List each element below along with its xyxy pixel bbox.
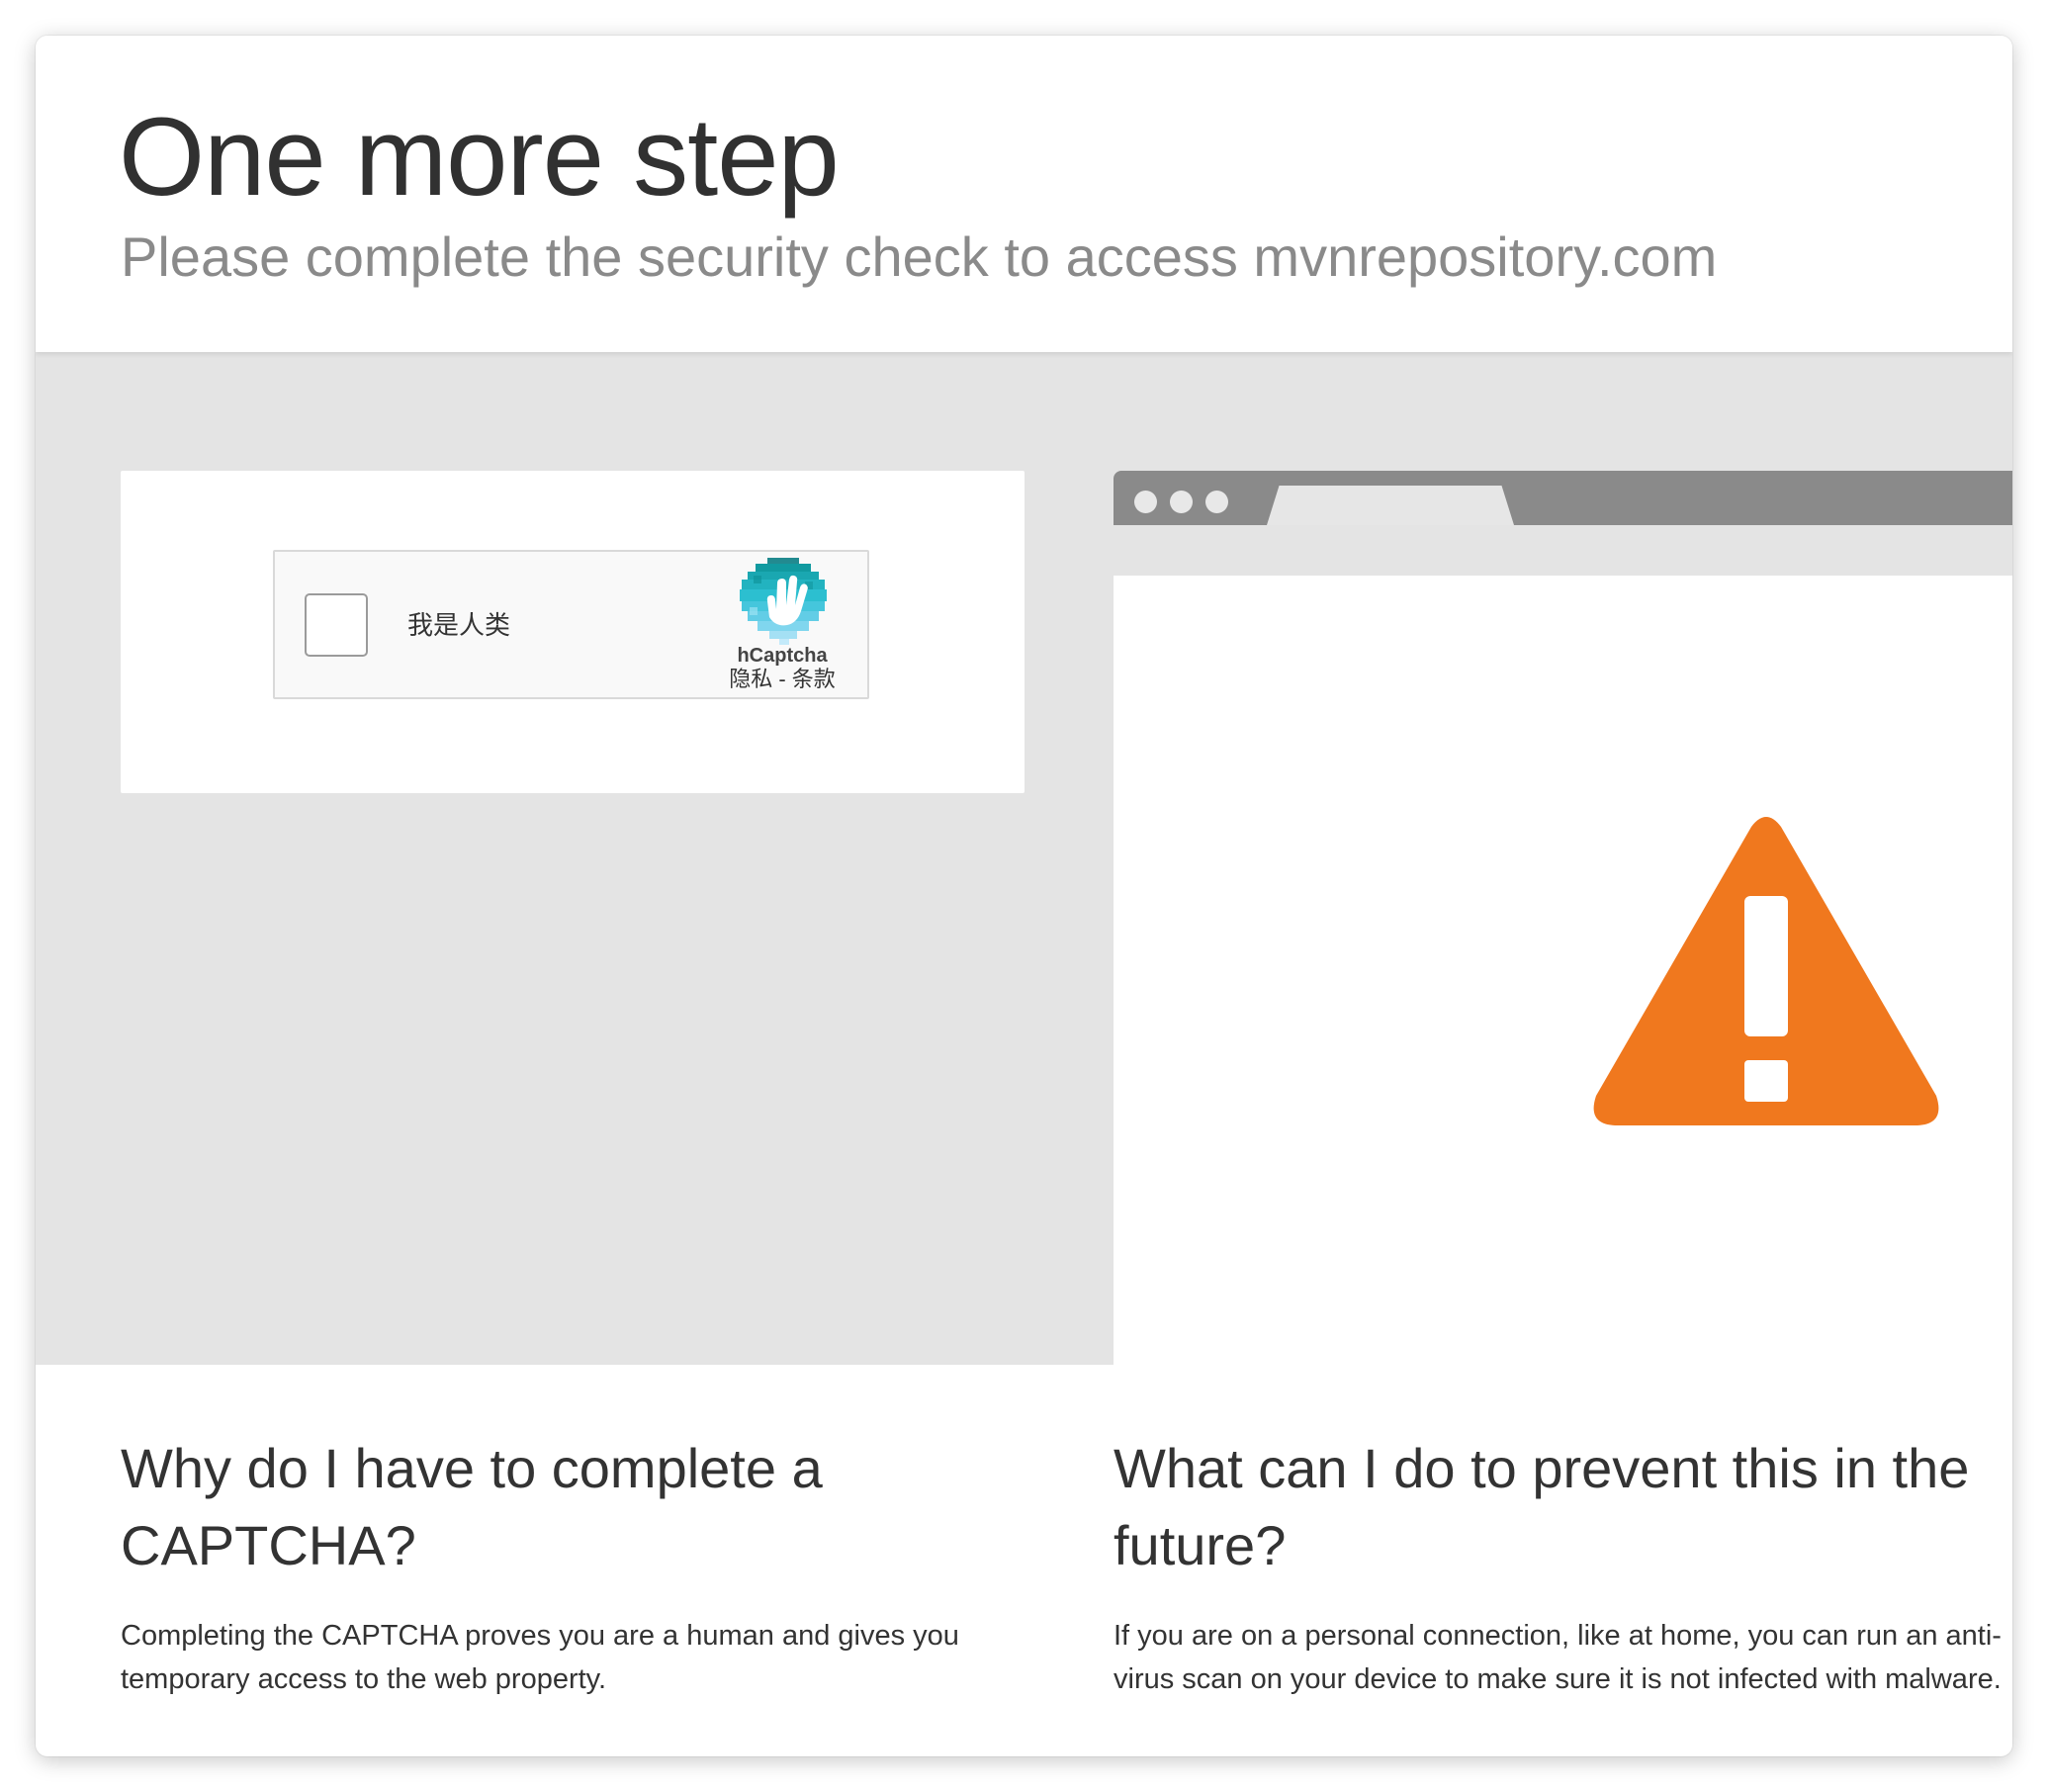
prevent-section: What can I do to prevent this in the fut… — [1114, 1430, 2004, 1701]
hcaptcha-brand: hCaptcha — [737, 645, 828, 667]
window-dot-icon — [1205, 491, 1228, 513]
hcaptcha-widget[interactable]: 我是人类 hCaptcha 隐私 - 条款 — [273, 550, 869, 699]
window-dot-icon — [1134, 491, 1157, 513]
prevent-text: If you are on a personal connection, lik… — [1114, 1620, 2002, 1695]
why-captcha-section: Why do I have to complete a CAPTCHA? Com… — [121, 1430, 1050, 1701]
browser-title-bar — [1114, 471, 2012, 525]
browser-page — [1114, 576, 2012, 1365]
link-separator: - — [772, 667, 792, 691]
browser-illustration — [1114, 471, 2012, 1365]
page-header: One more step Please complete the securi… — [36, 36, 2012, 352]
warning-triangle-icon — [1593, 817, 1939, 1125]
browser-toolbar — [1114, 525, 2012, 576]
browser-window: One more step Please complete the securi… — [36, 36, 2012, 1756]
hcaptcha-hand-logo-icon[interactable] — [740, 558, 827, 645]
privacy-link[interactable]: 隐私 — [729, 667, 772, 691]
prevent-heading: What can I do to prevent this in the fut… — [1114, 1437, 1970, 1576]
human-checkbox[interactable] — [305, 593, 368, 657]
why-captcha-heading: Why do I have to complete a CAPTCHA? — [121, 1437, 823, 1576]
human-checkbox-label[interactable]: 我是人类 — [407, 607, 510, 643]
terms-link[interactable]: 条款 — [792, 667, 836, 691]
hcaptcha-links: 隐私 - 条款 — [700, 667, 864, 692]
window-dot-icon — [1170, 491, 1193, 513]
why-captcha-text: Completing the CAPTCHA proves you are a … — [121, 1620, 959, 1695]
captcha-card: 我是人类 hCaptcha 隐私 - 条款 — [121, 471, 1024, 793]
page-subtitle: Please complete the security check to ac… — [121, 225, 1718, 288]
browser-tab-shape — [1267, 486, 1514, 525]
page-title: One more step — [119, 95, 840, 219]
